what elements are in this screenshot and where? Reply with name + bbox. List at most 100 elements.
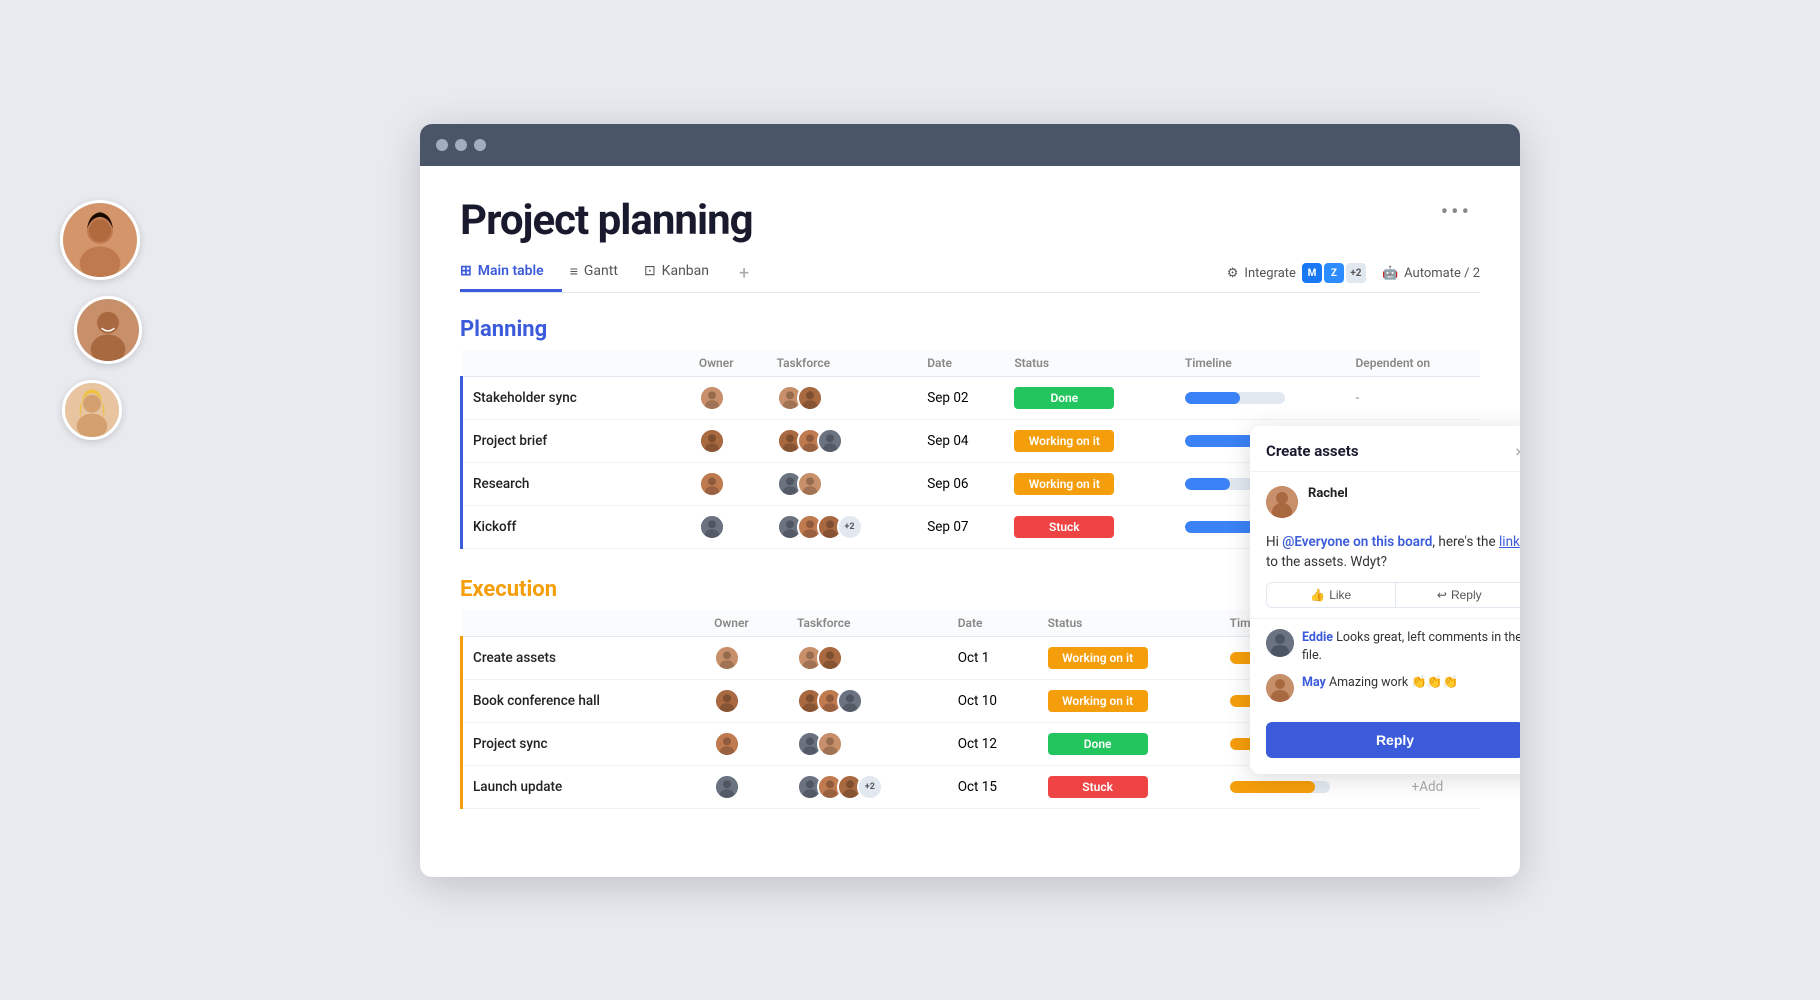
date-cell: Oct 10 [948,679,1038,722]
owner-cell [689,462,767,505]
comment-panel: Create assets × Rachel Hi @Everyone on t… [1250,426,1520,775]
add-tab-button[interactable]: + [727,255,761,292]
browser-content: Project planning ••• ⊞ Main table ≡ Gant… [420,166,1520,877]
date-cell: Sep 07 [917,505,1004,548]
browser-window: Project planning ••• ⊞ Main table ≡ Gant… [420,124,1520,877]
col-owner-exec: Owner [704,610,787,637]
task-name-cell: Research [462,462,689,505]
col-owner: Owner [689,350,767,377]
integrate-label: Integrate [1244,266,1296,281]
integrate-action[interactable]: ⚙ Integrate M Z +2 [1227,263,1366,283]
message-suffix: to the assets. Wdyt? [1266,554,1387,570]
browser-dot-3 [474,139,486,151]
kanban-icon: ⊡ [644,263,656,279]
status-cell: Done [1038,722,1220,765]
page-header: Project planning ••• [460,196,1480,245]
col-status: Status [1004,350,1175,377]
taskforce-cell: +2 [787,765,948,808]
tab-gantt-label: Gantt [584,263,618,279]
eddie-avatar [1266,629,1294,657]
status-cell: Done [1004,376,1175,419]
date-cell: Oct 1 [948,636,1038,679]
like-label: Like [1329,588,1351,602]
task-name-cell: Stakeholder sync [462,376,689,419]
col-date-exec: Date [948,610,1038,637]
taskforce-cell [767,376,918,419]
message-middle: , here's the [1432,534,1499,550]
more-options-button[interactable]: ••• [1433,196,1480,229]
taskforce-cell [787,679,948,722]
date-cell: Sep 06 [917,462,1004,505]
dependent-cell: - [1345,376,1480,419]
taskforce-cell: +2 [767,505,918,548]
assets-link[interactable]: link [1499,534,1520,550]
integrate-icon: ⚙ [1227,266,1239,281]
owner-cell [689,376,767,419]
reply-label: Reply [1451,588,1482,602]
mention-everyone[interactable]: @Everyone on this board [1282,534,1432,550]
browser-dot-2 [455,139,467,151]
zoom-icon: Z [1324,263,1344,283]
like-icon: 👍 [1310,588,1325,602]
main-table-icon: ⊞ [460,263,472,279]
task-name-cell: Kickoff [462,505,689,548]
tab-main-table-label: Main table [478,263,544,279]
status-cell: Stuck [1004,505,1175,548]
eddie-reply-text: Looks great, left comments in the file. [1302,630,1520,663]
task-name-cell: Launch update [462,765,705,808]
owner-cell [704,636,787,679]
col-dependent: Dependent on [1345,350,1480,377]
tabs-bar: ⊞ Main table ≡ Gantt ⊡ Kanban + ⚙ Integr… [460,255,1480,293]
status-cell: Working on it [1038,679,1220,722]
timeline-cell [1175,376,1346,419]
task-name-cell: Project sync [462,722,705,765]
eddie-author: Eddie [1302,630,1333,645]
reply-button[interactable]: Reply [1266,722,1520,758]
avatar-1 [60,200,140,280]
owner-cell [704,722,787,765]
reply-icon: ↩ [1437,588,1447,602]
comment-replies: Eddie Looks great, left comments in the … [1250,619,1520,722]
floating-avatars [60,200,142,440]
rachel-name: Rachel [1308,486,1348,501]
like-button[interactable]: 👍 Like [1266,582,1396,608]
tab-gantt[interactable]: ≡ Gantt [570,255,636,293]
eddie-comment-text: Eddie Looks great, left comments in the … [1302,629,1520,664]
col-taskforce: Taskforce [767,350,918,377]
tab-kanban-label: Kanban [662,263,709,279]
comment-message: Hi @Everyone on this board, here's the l… [1250,518,1520,579]
automate-action[interactable]: 🤖 Automate / 2 [1382,266,1480,281]
browser-dot-1 [436,139,448,151]
task-name-cell: Project brief [462,419,689,462]
avatar-2 [74,296,142,364]
date-cell: Sep 02 [917,376,1004,419]
planning-section-title: Planning [460,317,1480,342]
comment-actions: 👍 Like ↩ Reply [1250,578,1520,619]
status-cell: Working on it [1004,419,1175,462]
task-name-cell: Book conference hall [462,679,705,722]
monday-icon: M [1302,263,1322,283]
rachel-avatar [1266,486,1298,518]
automate-label: Automate / 2 [1404,266,1480,281]
comment-panel-title: Create assets [1266,442,1359,460]
automate-icon: 🤖 [1382,266,1398,281]
comment-panel-header: Create assets × [1250,426,1520,472]
taskforce-cell [787,636,948,679]
browser-bar [420,124,1520,166]
close-panel-button[interactable]: × [1515,442,1520,461]
may-avatar [1266,674,1294,702]
tab-main-table[interactable]: ⊞ Main table [460,255,562,292]
task-name-cell: Create assets [462,636,705,679]
col-status-exec: Status [1038,610,1220,637]
reply-action-button[interactable]: ↩ Reply [1396,582,1521,608]
table-row[interactable]: Stakeholder sync Sep 02 Done - [462,376,1481,419]
col-date: Date [917,350,1004,377]
status-cell: Working on it [1004,462,1175,505]
message-prefix: Hi [1266,534,1282,550]
reply-item-may: May Amazing work 👏👏👏 [1266,674,1520,702]
more-integrations-icon: +2 [1346,263,1366,283]
reply-item-eddie: Eddie Looks great, left comments in the … [1266,629,1520,664]
taskforce-cell [767,419,918,462]
owner-cell [689,419,767,462]
tab-kanban[interactable]: ⊡ Kanban [644,255,727,292]
